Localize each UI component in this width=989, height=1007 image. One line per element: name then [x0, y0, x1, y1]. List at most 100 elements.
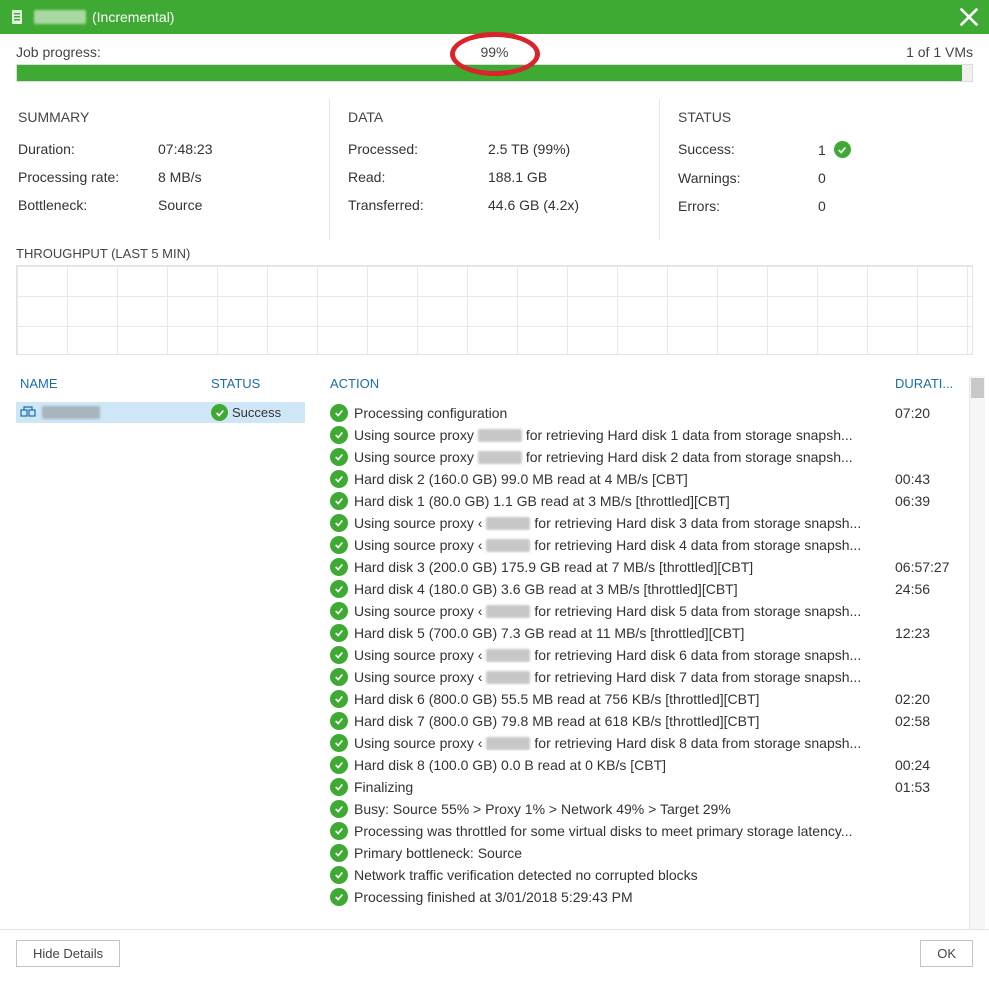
action-row[interactable]: Processing finished at 3/01/2018 5:29:43… — [326, 886, 973, 908]
check-icon — [330, 602, 348, 620]
proxy-name-redacted — [478, 429, 522, 442]
vm-row[interactable]: Success — [16, 402, 305, 423]
proxy-name-redacted — [486, 539, 530, 552]
action-text: Hard disk 7 (800.0 GB) 79.8 MB read at 6… — [354, 713, 895, 729]
action-row[interactable]: Hard disk 5 (700.0 GB) 7.3 GB read at 11… — [326, 622, 973, 644]
action-text: Busy: Source 55% > Proxy 1% > Network 49… — [354, 801, 895, 817]
action-text: Network traffic verification detected no… — [354, 867, 895, 883]
success-value: 1 — [818, 142, 826, 158]
action-row[interactable]: Finalizing01:53 — [326, 776, 973, 798]
processed-label: Processed: — [348, 141, 488, 157]
close-button[interactable] — [959, 7, 979, 27]
job-icon — [10, 9, 26, 25]
check-icon — [330, 536, 348, 554]
job-progress-label: Job progress: — [16, 44, 101, 60]
action-duration: 24:56 — [895, 581, 969, 597]
throughput-chart — [16, 265, 973, 355]
action-row[interactable]: Using source proxy ‹for retrieving Hard … — [326, 644, 973, 666]
action-col-duration[interactable]: DURATI... — [895, 376, 969, 391]
action-text: Primary bottleneck: Source — [354, 845, 895, 861]
titlebar: (Incremental) — [0, 0, 989, 34]
transferred-value: 44.6 GB (4.2x) — [488, 197, 641, 213]
check-icon — [330, 426, 348, 444]
action-row[interactable]: Hard disk 6 (800.0 GB) 55.5 MB read at 7… — [326, 688, 973, 710]
action-row[interactable]: Hard disk 1 (80.0 GB) 1.1 GB read at 3 M… — [326, 490, 973, 512]
action-duration: 07:20 — [895, 405, 969, 421]
action-row[interactable]: Hard disk 2 (160.0 GB) 99.0 MB read at 4… — [326, 468, 973, 490]
read-label: Read: — [348, 169, 488, 185]
bottleneck-label: Bottleneck: — [18, 197, 158, 213]
action-row[interactable]: Hard disk 8 (100.0 GB) 0.0 B read at 0 K… — [326, 754, 973, 776]
action-row[interactable]: Processing configuration07:20 — [326, 402, 973, 424]
action-row[interactable]: Primary bottleneck: Source — [326, 842, 973, 864]
action-text: Using source proxy ‹for retrieving Hard … — [354, 537, 895, 553]
action-text: Using source proxy ‹for retrieving Hard … — [354, 735, 895, 751]
vm-name-redacted — [42, 406, 100, 419]
action-text: Using source proxyfor retrieving Hard di… — [354, 449, 895, 465]
action-row[interactable]: Using source proxy ‹for retrieving Hard … — [326, 512, 973, 534]
action-text: Hard disk 1 (80.0 GB) 1.1 GB read at 3 M… — [354, 493, 895, 509]
action-row[interactable]: Using source proxy ‹for retrieving Hard … — [326, 534, 973, 556]
errors-value: 0 — [818, 198, 971, 214]
success-icon — [834, 141, 851, 158]
vm-status-text: Success — [232, 405, 281, 420]
action-list-pane: ACTION DURATI... Processing configuratio… — [316, 368, 973, 929]
action-text: Hard disk 4 (180.0 GB) 3.6 GB read at 3 … — [354, 581, 895, 597]
action-text: Hard disk 6 (800.0 GB) 55.5 MB read at 7… — [354, 691, 895, 707]
action-row[interactable]: Using source proxyfor retrieving Hard di… — [326, 446, 973, 468]
scrollbar[interactable] — [969, 376, 985, 929]
vm-col-name[interactable]: NAME — [20, 376, 211, 391]
action-row[interactable]: Using source proxy ‹for retrieving Hard … — [326, 732, 973, 754]
rate-label: Processing rate: — [18, 169, 158, 185]
proxy-name-redacted — [478, 451, 522, 464]
check-icon — [330, 844, 348, 862]
hide-details-button[interactable]: Hide Details — [16, 940, 120, 967]
action-row[interactable]: Busy: Source 55% > Proxy 1% > Network 49… — [326, 798, 973, 820]
progress-bar — [16, 64, 973, 82]
check-icon — [330, 712, 348, 730]
action-col-action[interactable]: ACTION — [330, 376, 895, 391]
close-icon — [959, 7, 979, 27]
proxy-name-redacted — [486, 737, 530, 750]
action-text: Hard disk 3 (200.0 GB) 175.9 GB read at … — [354, 559, 895, 575]
check-icon — [330, 690, 348, 708]
read-value: 188.1 GB — [488, 169, 641, 185]
action-row[interactable]: Using source proxyfor retrieving Hard di… — [326, 424, 973, 446]
footer: Hide Details OK — [0, 929, 989, 977]
data-heading: DATA — [348, 109, 641, 125]
action-row[interactable]: Hard disk 4 (180.0 GB) 3.6 GB read at 3 … — [326, 578, 973, 600]
action-row[interactable]: Hard disk 3 (200.0 GB) 175.9 GB read at … — [326, 556, 973, 578]
action-row[interactable]: Hard disk 7 (800.0 GB) 79.8 MB read at 6… — [326, 710, 973, 732]
rate-value: 8 MB/s — [158, 169, 311, 185]
check-icon — [330, 668, 348, 686]
check-icon — [330, 822, 348, 840]
vm-col-status[interactable]: STATUS — [211, 376, 301, 391]
progress-percent: 99% — [480, 44, 508, 60]
job-name-redacted — [34, 10, 86, 24]
action-row[interactable]: Processing was throttled for some virtua… — [326, 820, 973, 842]
scrollbar-thumb[interactable] — [971, 378, 984, 398]
action-row[interactable]: Using source proxy ‹for retrieving Hard … — [326, 666, 973, 688]
action-text: Using source proxyfor retrieving Hard di… — [354, 427, 895, 443]
action-text: Hard disk 2 (160.0 GB) 99.0 MB read at 4… — [354, 471, 895, 487]
check-icon — [330, 624, 348, 642]
action-text: Using source proxy ‹for retrieving Hard … — [354, 669, 895, 685]
action-row[interactable]: Using source proxy ‹for retrieving Hard … — [326, 600, 973, 622]
check-icon — [330, 470, 348, 488]
duration-value: 07:48:23 — [158, 141, 311, 157]
action-text: Hard disk 8 (100.0 GB) 0.0 B read at 0 K… — [354, 757, 895, 773]
proxy-name-redacted — [486, 605, 530, 618]
warnings-value: 0 — [818, 170, 971, 186]
duration-label: Duration: — [18, 141, 158, 157]
data-col: DATA Processed:2.5 TB (99%) Read:188.1 G… — [330, 99, 660, 240]
action-row[interactable]: Network traffic verification detected no… — [326, 864, 973, 886]
job-type: (Incremental) — [92, 9, 174, 25]
ok-button[interactable]: OK — [920, 940, 973, 967]
summary-col: SUMMARY Duration:07:48:23 Processing rat… — [0, 99, 330, 240]
action-list[interactable]: Processing configuration07:20 Using sourc… — [326, 402, 973, 922]
action-duration: 12:23 — [895, 625, 969, 641]
vm-list-pane: NAME STATUS Success — [16, 368, 316, 929]
check-icon — [330, 514, 348, 532]
action-text: Processing was throttled for some virtua… — [354, 823, 895, 839]
throughput-section: THROUGHPUT (LAST 5 MIN) — [16, 246, 973, 355]
